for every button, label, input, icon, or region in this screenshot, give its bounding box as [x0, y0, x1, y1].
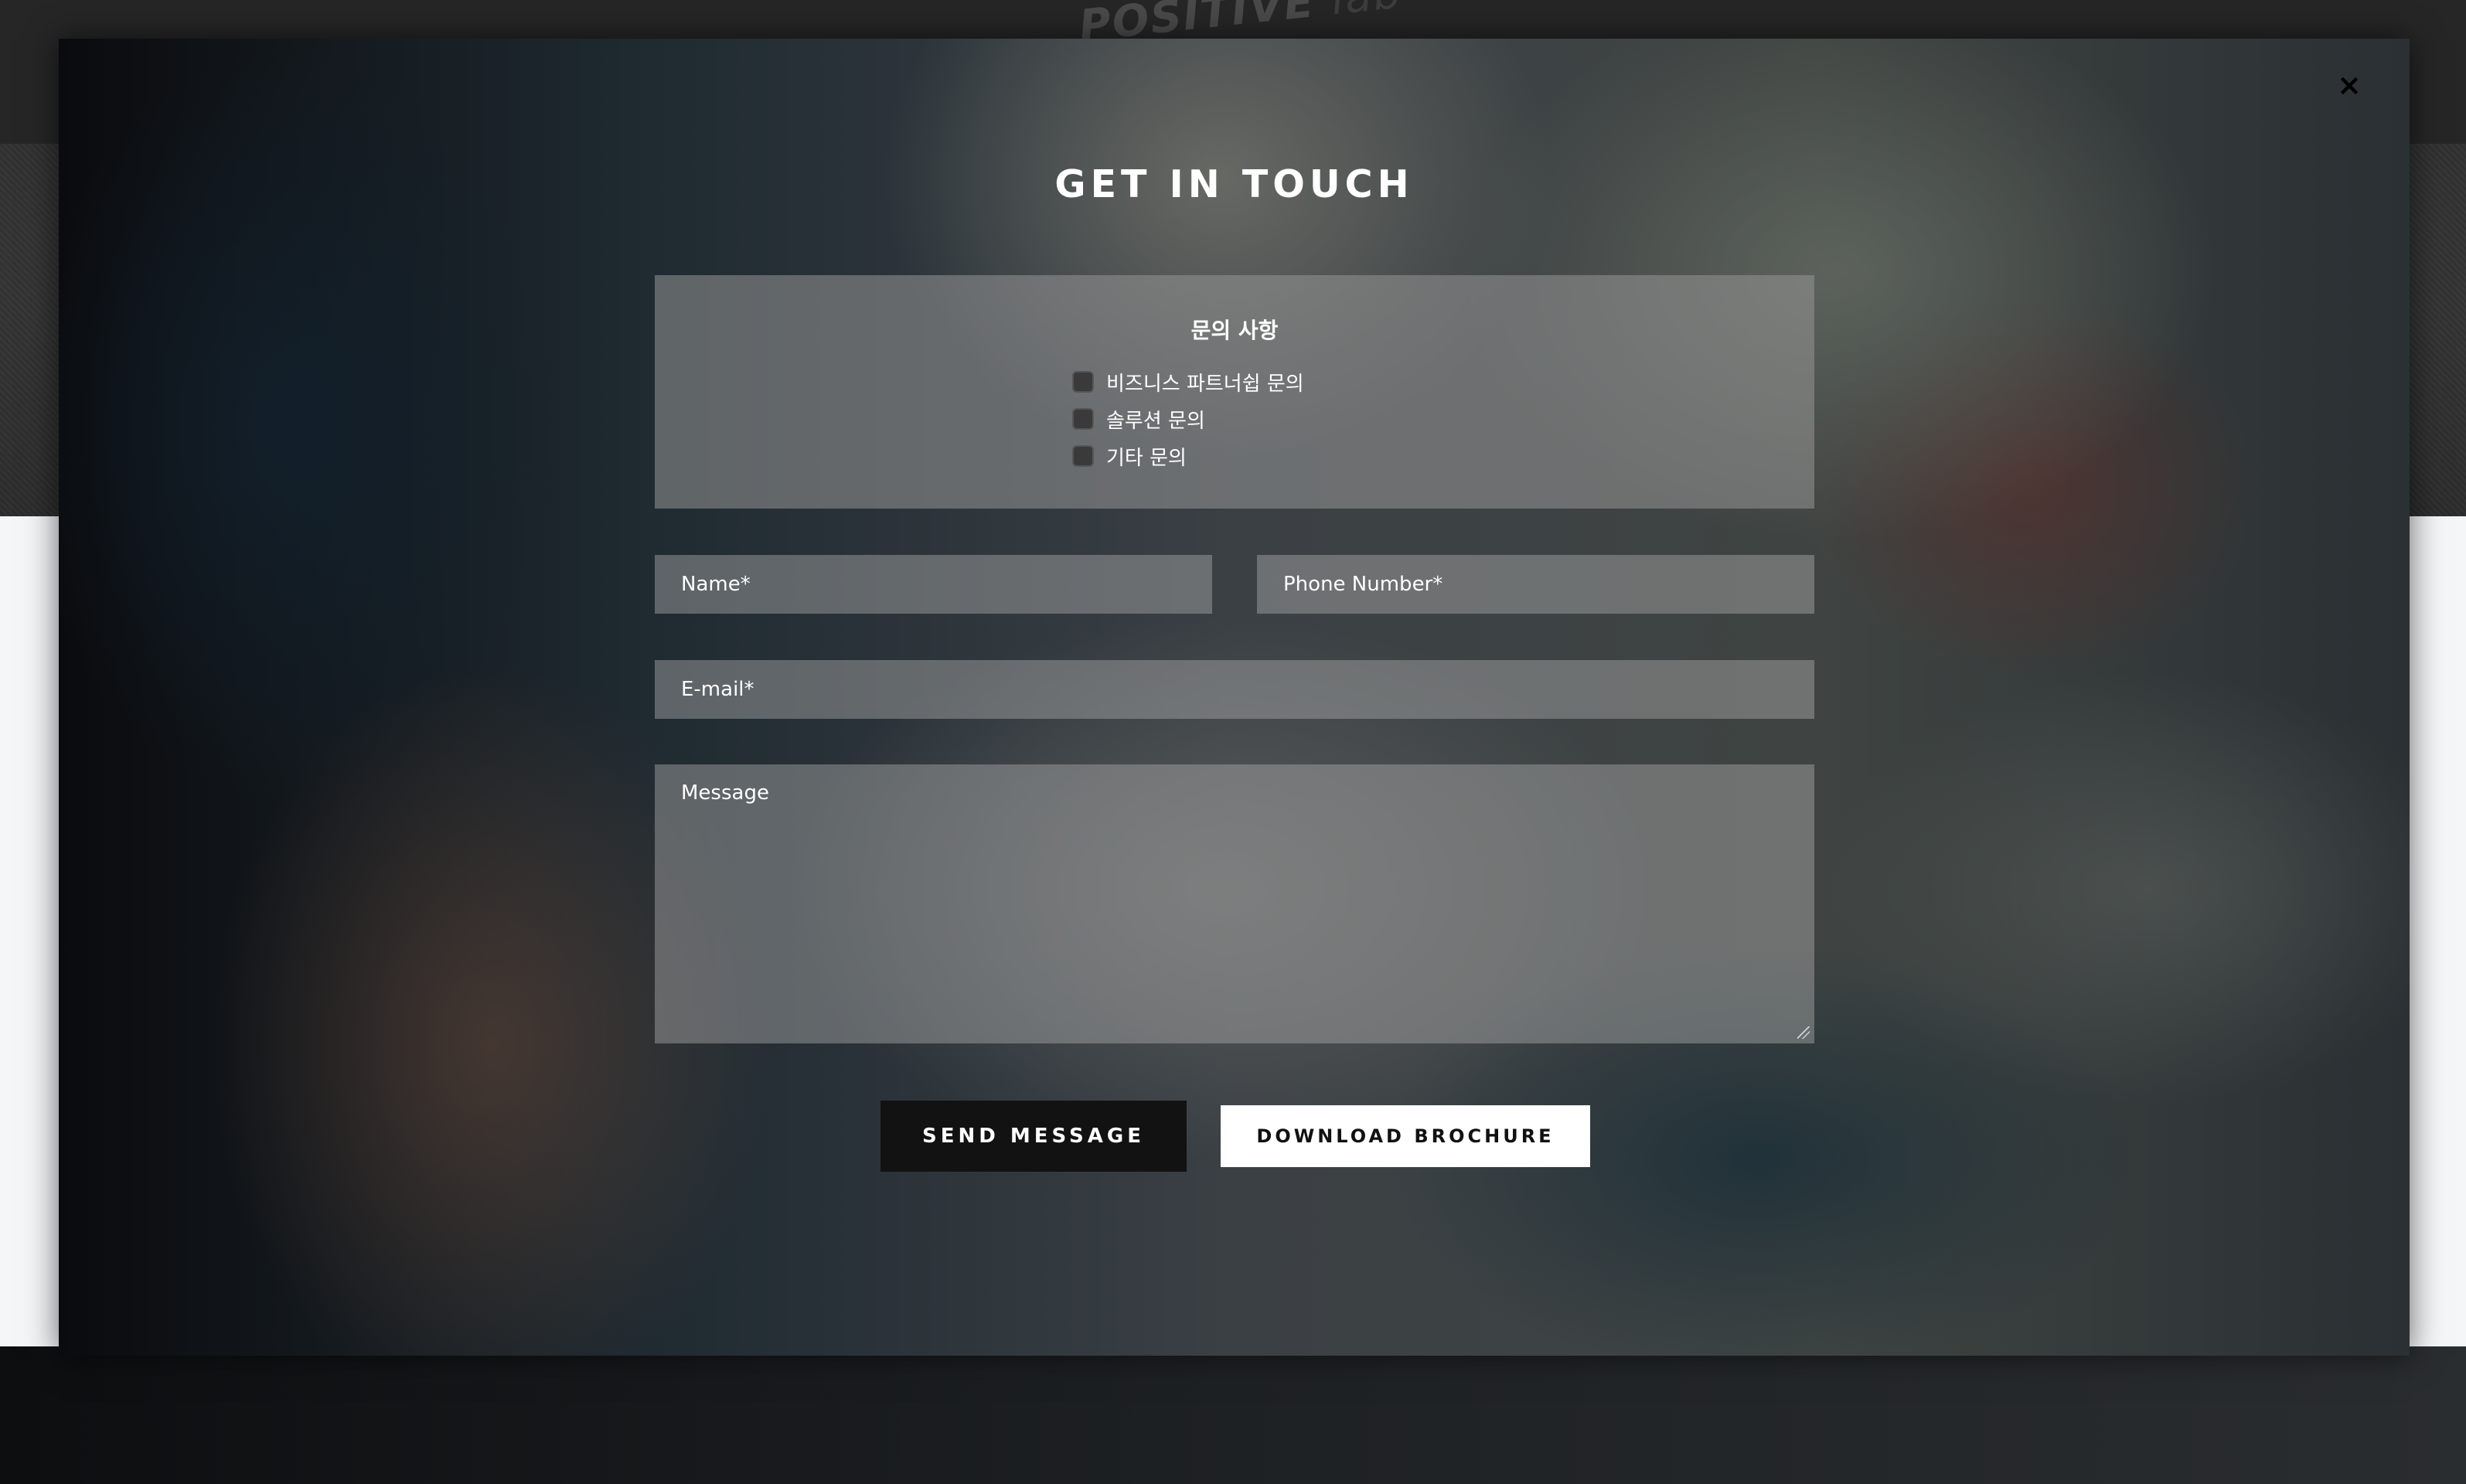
send-message-button[interactable]: SEND MESSAGE — [880, 1101, 1187, 1172]
modal-title: GET IN TOUCH — [1054, 162, 1414, 206]
contact-modal: × GET IN TOUCH 문의 사항 비즈니스 파트너쉽 문의 솔루션 문의… — [59, 39, 2410, 1356]
option-label: 솔루션 문의 — [1106, 409, 1205, 433]
phone-field[interactable]: Phone Number* — [1257, 555, 1814, 614]
option-solution[interactable]: 솔루션 문의 — [1072, 400, 1304, 437]
download-brochure-button[interactable]: DOWNLOAD BROCHURE — [1221, 1105, 1590, 1167]
close-icon[interactable]: × — [2334, 70, 2365, 100]
checkbox[interactable] — [1072, 408, 1094, 430]
option-other[interactable]: 기타 문의 — [1072, 437, 1304, 475]
option-label: 기타 문의 — [1106, 446, 1187, 470]
inquiry-type-group: 문의 사항 비즈니스 파트너쉽 문의 솔루션 문의 기타 문의 — [655, 275, 1814, 509]
option-label: 비즈니스 파트너쉽 문의 — [1106, 372, 1304, 396]
email-field[interactable]: E-mail* — [655, 660, 1814, 719]
inquiry-options: 비즈니스 파트너쉽 문의 솔루션 문의 기타 문의 — [1072, 363, 1304, 475]
checkbox[interactable] — [1072, 445, 1094, 467]
checkbox[interactable] — [1072, 371, 1094, 393]
inquiry-title: 문의 사항 — [1190, 318, 1279, 343]
message-textarea[interactable]: Message — [655, 764, 1814, 1043]
message-placeholder: Message — [681, 781, 769, 805]
option-business-partnership[interactable]: 비즈니스 파트너쉽 문의 — [1072, 363, 1304, 400]
background-footer — [0, 1346, 2466, 1484]
resize-handle-icon[interactable] — [1797, 1026, 1810, 1039]
name-field[interactable]: Name* — [655, 555, 1212, 614]
